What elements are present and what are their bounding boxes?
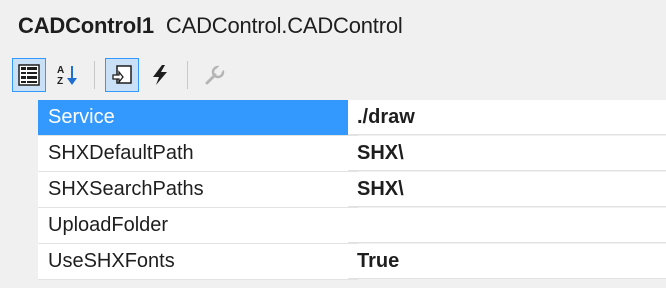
row-gutter [0, 100, 38, 136]
property-pages-button[interactable] [198, 58, 232, 92]
property-name[interactable]: SHXSearchPaths [38, 172, 358, 208]
svg-text:A: A [57, 65, 64, 76]
alphabetical-icon: A Z [57, 65, 77, 87]
property-name[interactable]: UseSHXFonts [38, 244, 358, 280]
property-value[interactable] [348, 208, 666, 243]
property-value[interactable]: SHX\ [348, 172, 666, 207]
row-gutter [0, 244, 38, 280]
row-gutter [0, 208, 38, 244]
row-gutter [0, 172, 38, 208]
property-value[interactable]: True [348, 244, 666, 279]
toolbar-separator [187, 61, 188, 89]
properties-button[interactable] [105, 58, 139, 92]
categorized-icon [18, 64, 40, 86]
property-pages-wrench-icon [205, 64, 225, 85]
property-row-useshxfonts[interactable]: UseSHXFonts True [0, 244, 666, 280]
toolbar-separator [94, 61, 95, 89]
property-grid: Service ./draw SHXDefaultPath SHX\ SHXSe… [0, 100, 666, 288]
svg-text:Z: Z [57, 76, 63, 87]
properties-page-icon [112, 65, 132, 84]
property-value[interactable]: ./draw [348, 100, 666, 135]
object-type: CADControl.CADControl [165, 13, 403, 38]
property-row-shxdefaultpath[interactable]: SHXDefaultPath SHX\ [0, 136, 666, 172]
property-name[interactable]: SHXDefaultPath [38, 136, 358, 172]
property-value[interactable]: SHX\ [348, 136, 666, 171]
property-row-uploadfolder[interactable]: UploadFolder [0, 208, 666, 244]
row-gutter [0, 136, 38, 172]
alphabetical-button[interactable]: A Z [50, 58, 84, 92]
property-row-service[interactable]: Service ./draw [0, 100, 666, 136]
events-button[interactable] [143, 58, 177, 92]
events-lightning-icon [153, 65, 167, 85]
property-row-shxsearchpaths[interactable]: SHXSearchPaths SHX\ [0, 172, 666, 208]
object-name: CADControl1 [18, 13, 154, 38]
property-grid-toolbar: A Z [0, 52, 666, 98]
categorized-button[interactable] [12, 58, 46, 92]
property-name[interactable]: UploadFolder [38, 208, 358, 244]
property-name[interactable]: Service [38, 100, 358, 136]
object-selector[interactable]: CADControl1 CADControl.CADControl [0, 0, 666, 52]
